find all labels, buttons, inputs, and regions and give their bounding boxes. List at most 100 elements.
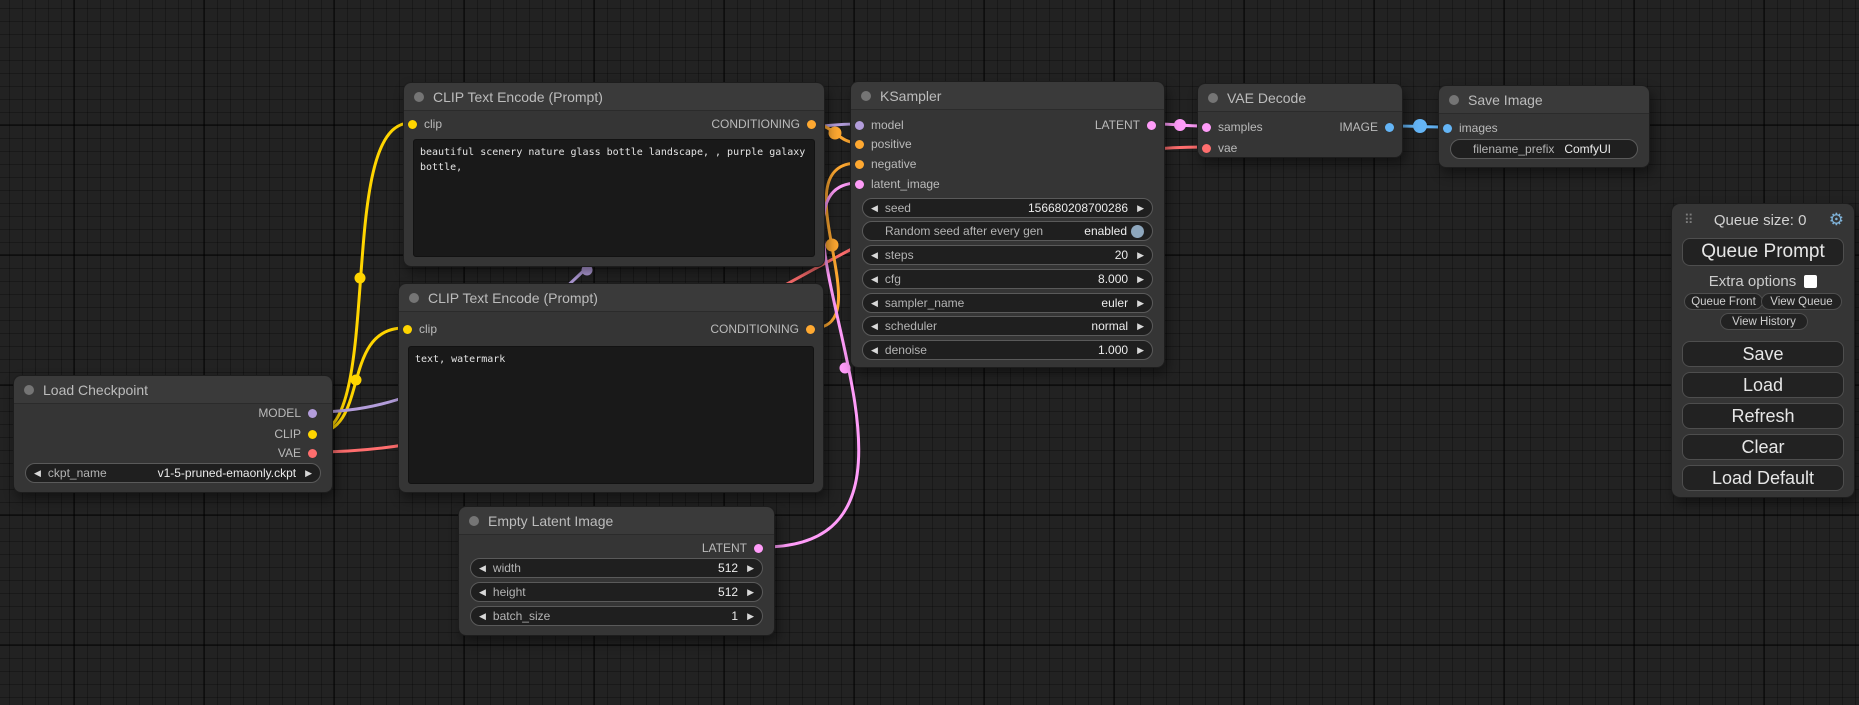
collapse-dot-icon[interactable] <box>861 91 871 101</box>
prompt-textarea[interactable]: text, watermark <box>408 346 814 484</box>
prev-value-arrow-icon[interactable]: ◀ <box>479 611 486 622</box>
widget-value[interactable]: 156680208700286 <box>911 201 1128 215</box>
vae-port-dot[interactable] <box>308 449 317 458</box>
node-titlebar[interactable]: CLIP Text Encode (Prompt) <box>399 284 823 312</box>
drag-handle-icon[interactable]: ⠿ <box>1684 212 1692 228</box>
width-widget[interactable]: ◀ width 512 ▶ <box>470 558 763 578</box>
load-button[interactable]: Load <box>1682 372 1844 398</box>
node-empty-latent-image[interactable]: Empty Latent Image LATENT ◀ width 512 ▶ … <box>458 506 775 636</box>
model-port-dot[interactable] <box>855 121 864 130</box>
prev-value-arrow-icon[interactable]: ◀ <box>871 298 878 309</box>
next-value-arrow-icon[interactable]: ▶ <box>1137 298 1144 309</box>
next-value-arrow-icon[interactable]: ▶ <box>1137 250 1144 261</box>
node-titlebar[interactable]: KSampler <box>851 82 1164 110</box>
next-value-arrow-icon[interactable]: ▶ <box>305 468 312 479</box>
next-value-arrow-icon[interactable]: ▶ <box>747 563 754 574</box>
random-seed-toggle[interactable]: Random seed after every gen enabled <box>862 221 1153 241</box>
widget-value[interactable]: 512 <box>526 585 738 599</box>
prev-value-arrow-icon[interactable]: ◀ <box>871 321 878 332</box>
prev-value-arrow-icon[interactable]: ◀ <box>871 203 878 214</box>
prev-value-arrow-icon[interactable]: ◀ <box>34 468 41 479</box>
conditioning-port-dot[interactable] <box>855 140 864 149</box>
toggle-dot-icon[interactable] <box>1131 225 1144 238</box>
save-button[interactable]: Save <box>1682 341 1844 367</box>
scheduler-widget[interactable]: ◀ scheduler normal ▶ <box>862 316 1153 336</box>
node-ksampler[interactable]: KSampler model LATENT positive negative … <box>850 81 1165 368</box>
widget-label: Random seed after every gen <box>885 224 1084 238</box>
next-value-arrow-icon[interactable]: ▶ <box>1137 203 1144 214</box>
queue-prompt-button[interactable]: Queue Prompt <box>1682 238 1844 266</box>
collapse-dot-icon[interactable] <box>1208 93 1218 103</box>
steps-widget[interactable]: ◀ steps 20 ▶ <box>862 245 1153 265</box>
clip-port-dot[interactable] <box>308 430 317 439</box>
conditioning-port-dot[interactable] <box>855 160 864 169</box>
widget-value[interactable]: 1.000 <box>927 343 1128 357</box>
node-vae-decode[interactable]: VAE Decode samples IMAGE vae <box>1197 83 1403 158</box>
queue-front-button[interactable]: Queue Front <box>1684 293 1763 310</box>
node-titlebar[interactable]: Save Image <box>1439 86 1649 114</box>
node-load-checkpoint[interactable]: Load Checkpoint MODEL CLIP VAE ◀ ckpt_na… <box>13 375 333 493</box>
widget-value[interactable]: euler <box>964 296 1128 310</box>
prev-value-arrow-icon[interactable]: ◀ <box>871 274 878 285</box>
comfyui-canvas[interactable]: { "colors": { "model": "#b39ddb", "clip"… <box>0 0 1859 705</box>
latent-port-dot[interactable] <box>754 544 763 553</box>
widget-value[interactable]: 1 <box>550 609 738 623</box>
next-value-arrow-icon[interactable]: ▶ <box>747 587 754 598</box>
conditioning-port-dot[interactable] <box>807 120 816 129</box>
widget-value[interactable]: 512 <box>521 561 738 575</box>
next-value-arrow-icon[interactable]: ▶ <box>747 611 754 622</box>
ckpt-name-widget[interactable]: ◀ ckpt_name v1-5-pruned-emaonly.ckpt ▶ <box>25 463 321 483</box>
view-history-button[interactable]: View History <box>1720 313 1808 330</box>
model-port-dot[interactable] <box>308 409 317 418</box>
refresh-button[interactable]: Refresh <box>1682 403 1844 429</box>
latent-port-dot[interactable] <box>1202 123 1211 132</box>
node-clip-encode-negative[interactable]: CLIP Text Encode (Prompt) clip CONDITION… <box>398 283 824 493</box>
node-clip-encode-positive[interactable]: CLIP Text Encode (Prompt) clip CONDITION… <box>403 82 825 267</box>
node-titlebar[interactable]: CLIP Text Encode (Prompt) <box>404 83 824 111</box>
seed-widget[interactable]: ◀ seed 156680208700286 ▶ <box>862 198 1153 218</box>
load-default-button[interactable]: Load Default <box>1682 465 1844 491</box>
next-value-arrow-icon[interactable]: ▶ <box>1137 274 1144 285</box>
widget-value[interactable]: ComfyUI <box>1554 142 1627 156</box>
widget-value[interactable]: normal <box>937 319 1128 333</box>
image-port-dot[interactable] <box>1443 124 1452 133</box>
widget-value[interactable]: v1-5-pruned-emaonly.ckpt <box>107 466 296 480</box>
prev-value-arrow-icon[interactable]: ◀ <box>871 345 878 356</box>
node-titlebar[interactable]: Load Checkpoint <box>14 376 332 404</box>
clip-port-dot[interactable] <box>408 120 417 129</box>
collapse-dot-icon[interactable] <box>469 516 479 526</box>
next-value-arrow-icon[interactable]: ▶ <box>1137 345 1144 356</box>
latent-port-dot[interactable] <box>855 180 864 189</box>
denoise-widget[interactable]: ◀ denoise 1.000 ▶ <box>862 340 1153 360</box>
conditioning-port-dot[interactable] <box>806 325 815 334</box>
latent-port-dot[interactable] <box>1147 121 1156 130</box>
port-label: samples <box>1218 120 1263 134</box>
comfy-menu-panel[interactable]: ⠿ Queue size: 0 ⚙ Queue Prompt Extra opt… <box>1671 203 1855 498</box>
clear-button[interactable]: Clear <box>1682 434 1844 460</box>
next-value-arrow-icon[interactable]: ▶ <box>1137 321 1144 332</box>
prev-value-arrow-icon[interactable]: ◀ <box>479 563 486 574</box>
node-titlebar[interactable]: VAE Decode <box>1198 84 1402 112</box>
widget-value[interactable]: 20 <box>914 248 1128 262</box>
image-port-dot[interactable] <box>1385 123 1394 132</box>
clip-port-dot[interactable] <box>403 325 412 334</box>
batch-size-widget[interactable]: ◀ batch_size 1 ▶ <box>470 606 763 626</box>
extra-options-checkbox[interactable] <box>1804 275 1817 288</box>
height-widget[interactable]: ◀ height 512 ▶ <box>470 582 763 602</box>
view-queue-button[interactable]: View Queue <box>1761 293 1842 310</box>
prev-value-arrow-icon[interactable]: ◀ <box>871 250 878 261</box>
sampler-name-widget[interactable]: ◀ sampler_name euler ▶ <box>862 293 1153 313</box>
settings-gear-icon[interactable]: ⚙ <box>1829 210 1844 230</box>
widget-value[interactable]: 8.000 <box>901 272 1128 286</box>
collapse-dot-icon[interactable] <box>409 293 419 303</box>
node-save-image[interactable]: Save Image images filename_prefix ComfyU… <box>1438 85 1650 168</box>
collapse-dot-icon[interactable] <box>24 385 34 395</box>
filename-prefix-widget[interactable]: filename_prefix ComfyUI <box>1450 139 1638 159</box>
prompt-textarea[interactable]: beautiful scenery nature glass bottle la… <box>413 139 815 257</box>
collapse-dot-icon[interactable] <box>414 92 424 102</box>
vae-port-dot[interactable] <box>1202 144 1211 153</box>
cfg-widget[interactable]: ◀ cfg 8.000 ▶ <box>862 269 1153 289</box>
node-titlebar[interactable]: Empty Latent Image <box>459 507 774 535</box>
collapse-dot-icon[interactable] <box>1449 95 1459 105</box>
prev-value-arrow-icon[interactable]: ◀ <box>479 587 486 598</box>
